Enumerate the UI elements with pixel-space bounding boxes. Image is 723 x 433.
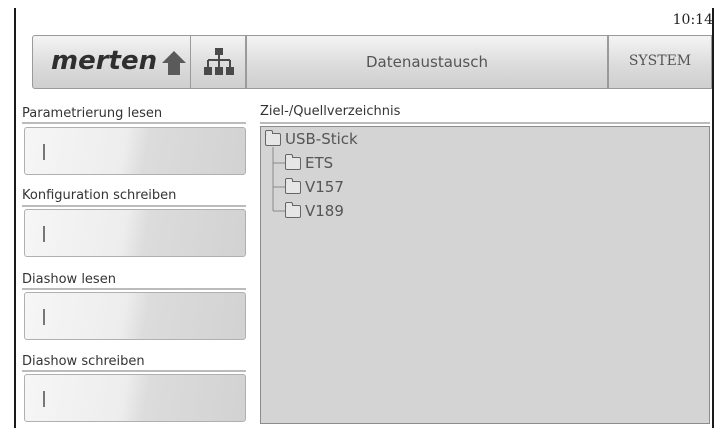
action-label-konfiguration-schreiben: Konfiguration schreiben [22, 188, 177, 203]
divider [22, 122, 246, 124]
folder-icon [285, 154, 301, 170]
page-title-bar: Datenaustausch [246, 35, 608, 89]
directory-tree[interactable]: USB-Stick ETS V157 V189 [260, 126, 710, 424]
action-label-diashow-schreiben: Diashow schreiben [22, 354, 145, 369]
tree-item[interactable]: V189 [285, 202, 344, 220]
button-indicator [43, 144, 45, 160]
directory-label: Ziel-/Quellverzeichnis [260, 104, 401, 119]
divider [22, 288, 246, 290]
action-label-parametrierung-lesen: Parametrierung lesen [22, 106, 163, 121]
divider [22, 205, 246, 207]
tree-item[interactable]: V157 [285, 178, 344, 196]
diashow-schreiben-button[interactable] [24, 374, 246, 422]
diashow-lesen-button[interactable] [24, 292, 246, 340]
konfiguration-schreiben-button[interactable] [24, 209, 246, 257]
divider [260, 122, 710, 124]
tree-item-label: ETS [305, 154, 334, 172]
system-label: SYSTEM [628, 53, 692, 69]
divider [22, 370, 246, 372]
button-indicator [43, 391, 45, 407]
folder-icon [285, 178, 301, 194]
folder-icon [265, 130, 281, 146]
folder-icon [285, 202, 301, 218]
page-title: Datenaustausch [365, 53, 489, 71]
clock: 10:14 [672, 12, 713, 28]
network-button[interactable] [190, 35, 246, 89]
parametrierung-lesen-button[interactable] [24, 127, 246, 175]
tree-item-label: USB-Stick [285, 130, 358, 148]
system-button[interactable]: SYSTEM [608, 35, 712, 89]
tree-item-label: V189 [305, 202, 344, 220]
tree-item-label: V157 [305, 178, 344, 196]
home-button[interactable]: merten [32, 35, 202, 89]
top-toolbar: merten Datenaustausch SYSTEM [12, 35, 712, 91]
button-indicator [43, 226, 45, 242]
house-icon [162, 51, 186, 75]
merten-logo: merten [51, 46, 158, 76]
action-label-diashow-lesen: Diashow lesen [22, 272, 116, 287]
tree-item[interactable]: ETS [285, 154, 333, 172]
tree-item-root[interactable]: USB-Stick [265, 130, 358, 148]
network-tree-icon [204, 48, 234, 75]
button-indicator [43, 309, 45, 325]
